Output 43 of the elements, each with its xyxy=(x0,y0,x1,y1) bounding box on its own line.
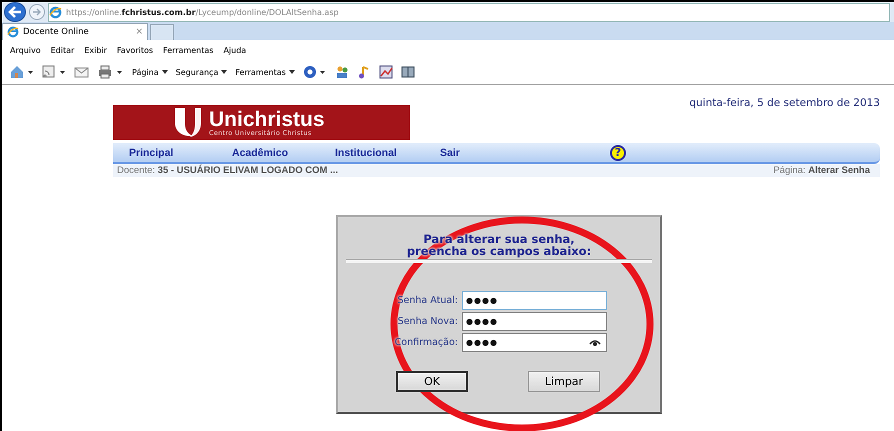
toolbar-menu-button[interactable]: Segurança xyxy=(176,68,228,76)
toolbar-menu-button[interactable]: Página xyxy=(132,68,168,76)
book-icon[interactable] xyxy=(400,65,415,79)
help-button[interactable]: ? xyxy=(610,144,626,160)
password-field[interactable]: ●●●● xyxy=(462,312,607,331)
nav-link[interactable]: Acadêmico xyxy=(232,146,335,158)
home-icon[interactable] xyxy=(10,65,34,79)
eye-icon[interactable] xyxy=(589,338,601,346)
address-bar[interactable]: https://online.fchristus.com.br/Lyceump/donline/DOLAltSenha.asp xyxy=(48,2,890,22)
people-icon[interactable] xyxy=(334,65,349,79)
browser-logo-icon xyxy=(49,6,62,18)
field-label: Senha Nova: xyxy=(396,316,458,327)
menu-item[interactable]: Arquivo xyxy=(10,46,41,62)
close-tab-button[interactable]: × xyxy=(135,27,143,37)
toolbar-menu-button[interactable]: Ferramentas xyxy=(235,68,295,76)
nav-link[interactable]: Principal xyxy=(129,146,232,158)
menu-item[interactable]: Editar xyxy=(50,46,74,62)
form-button[interactable]: Limpar xyxy=(528,371,600,392)
chart-icon[interactable] xyxy=(378,65,393,79)
printer-icon[interactable] xyxy=(98,65,124,79)
nav-link[interactable]: Institucional xyxy=(335,146,440,158)
current-date: quinta-feira, 5 de setembro de 2013 xyxy=(689,97,880,109)
password-field[interactable]: ●●●● xyxy=(462,333,607,352)
forward-arrow-icon xyxy=(32,7,42,17)
form-button[interactable]: OK xyxy=(396,371,468,392)
mail-icon[interactable] xyxy=(74,65,90,79)
menu-item[interactable]: Favoritos xyxy=(116,46,154,62)
back-arrow-icon xyxy=(7,5,23,19)
music-note-icon[interactable] xyxy=(356,65,371,79)
menu-item[interactable]: Ferramentas xyxy=(163,46,214,62)
back-button[interactable] xyxy=(4,2,26,22)
user-info: Docente: 35 - USUÁRIO ELIVAM LOGADO COM ... xyxy=(117,165,338,176)
tab-title: Docente Online xyxy=(23,27,90,37)
menu-item[interactable]: Exibir xyxy=(84,46,107,62)
browser-tab[interactable]: Docente Online × xyxy=(2,23,148,40)
menu-item[interactable]: Ajuda xyxy=(223,46,246,62)
page-info: Página: Alterar Senha xyxy=(773,165,870,176)
logo-name: Unichristus xyxy=(209,108,325,130)
feed-icon[interactable] xyxy=(42,65,66,79)
url-text: https://online.fchristus.com.br/Lyceump/donline/DOLAltSenha.asp xyxy=(66,8,339,16)
password-field[interactable]: ●●●● xyxy=(462,291,607,310)
browser-logo-icon xyxy=(7,26,19,38)
nav-link[interactable]: Sair xyxy=(440,146,610,158)
